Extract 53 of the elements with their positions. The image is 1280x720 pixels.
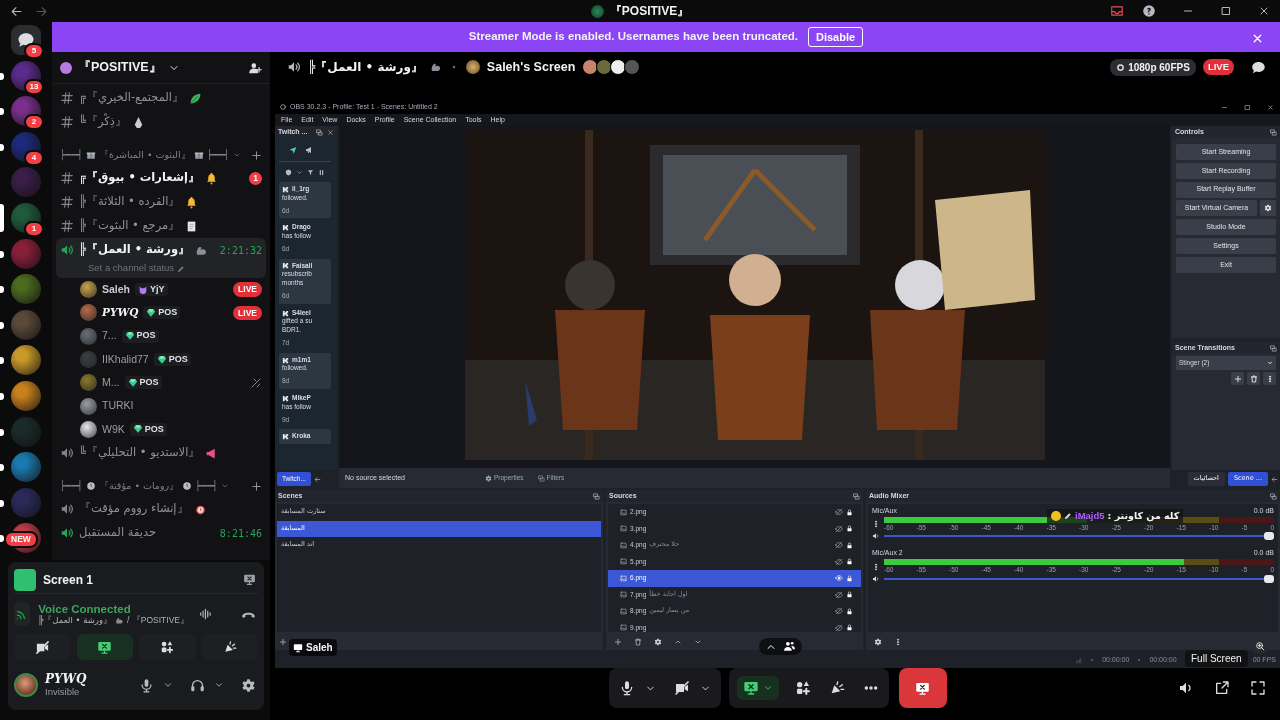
category-divider: ┝━━┥ [206, 147, 230, 163]
member-name[interactable]: TURKI [102, 398, 134, 414]
channel-name: ╠『ورشة • العمل』 [308, 58, 423, 76]
notification-badge: 2 [24, 114, 44, 131]
live-badge: LIVE [233, 305, 262, 321]
category-name[interactable]: 『البثوت • المباشرة』 [98, 147, 191, 163]
live-badge: LIVE [1202, 58, 1234, 76]
channel-link[interactable]: ╚『الاستديو • التحليلي』 [79, 444, 201, 462]
stream-title: Saleh's Screen [486, 58, 576, 76]
screen-name: Screen 1 [43, 571, 94, 589]
notification-badge: 5 [24, 43, 44, 59]
tag-text: POS [158, 306, 178, 320]
disable-button[interactable]: Disable [808, 26, 864, 48]
notification-badge: NEW [4, 531, 38, 549]
channel-link[interactable]: ╚『ذِكْر』 [79, 113, 127, 131]
channel-link[interactable]: ╔『إشعارات • بيوق』 [79, 169, 200, 187]
tag-text: POS [139, 376, 159, 390]
member-name[interactable]: IIKhalid77 [102, 351, 149, 368]
member-name[interactable]: Saleh [102, 281, 130, 298]
member-name[interactable]: W9K [102, 421, 125, 438]
username: PYWQ [45, 673, 87, 687]
tooltip: Full Screen [1185, 650, 1248, 667]
elapsed-time: 8:21:46 [219, 526, 262, 541]
server-name[interactable]: 『POSITIVE』 [78, 58, 162, 77]
channel-link[interactable]: ╠『ورشة • العمل』 [79, 241, 191, 259]
live-badge: LIVE [233, 282, 262, 297]
banner-message: Streamer Mode is enabled. Usernames have been truncated. [468, 29, 798, 45]
member-name[interactable]: 7... [102, 328, 117, 345]
member-name[interactable]: PYWQ [102, 305, 139, 321]
tag-text: POS [136, 329, 156, 343]
tag-text: POS [168, 352, 188, 366]
category-divider: ┝━━┥ [60, 147, 83, 163]
category-divider: ┝━━┥ [195, 478, 219, 493]
window-title: 『POSITIVE』 [609, 3, 690, 20]
mention-badge: 1 [249, 171, 262, 185]
elapsed-time: 2:21:32 [219, 243, 262, 258]
category-divider: ┝━━┥ [60, 478, 83, 494]
tag-text: YjY [150, 282, 165, 296]
quality-text: 1080p 60FPS [1128, 60, 1190, 75]
chat-message: : كله من كاونتر [1107, 509, 1180, 524]
channel-link[interactable]: 『إنشاء رووم مؤقت』 [79, 500, 189, 518]
category-name[interactable]: 『رومات • مؤقتة』 [98, 478, 180, 494]
channel-link[interactable]: ╠『القرده • الثلاثة』 [79, 193, 181, 211]
channel-link[interactable]: حديقة المستقبل [79, 524, 157, 542]
server-link[interactable]: / 『POSITIVE』 [127, 616, 189, 626]
streamer-name: Saleh [306, 641, 333, 655]
chat-username: iMajd5 [1075, 509, 1105, 523]
user-status: Invisible [45, 686, 80, 697]
member-name[interactable]: M... [102, 374, 120, 391]
voice-channel-link[interactable]: ╠『ورشة • العمل』 [38, 616, 113, 626]
tag-text: POS [144, 422, 164, 436]
channel-link[interactable]: ╔『المجتمع-الخيري』 [79, 89, 185, 107]
channel-link[interactable]: ╠『مرجع • البثوت』 [79, 217, 181, 235]
